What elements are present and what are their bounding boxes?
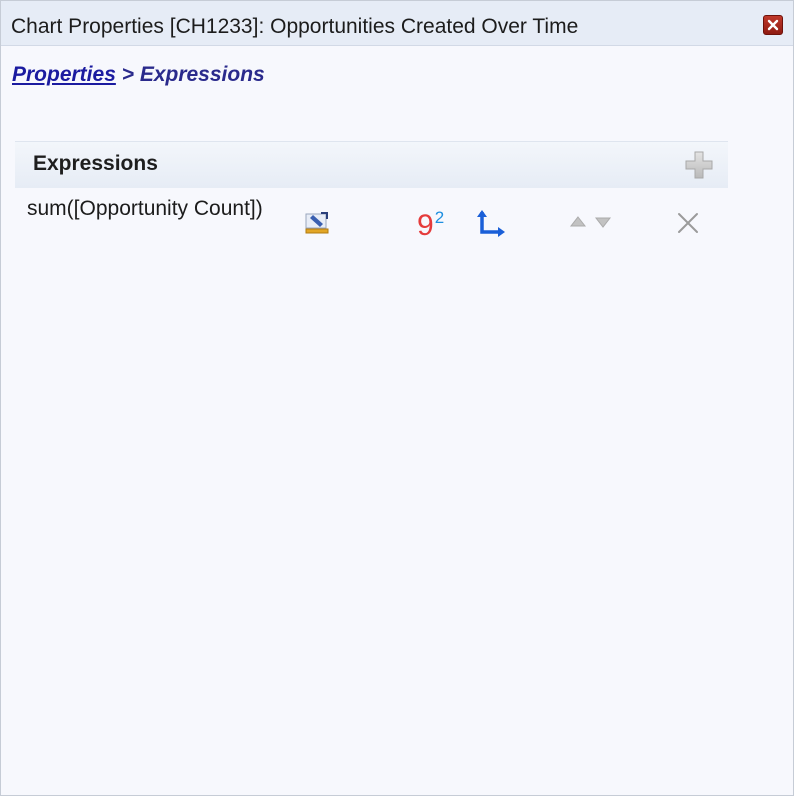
- breadcrumb: Properties > Expressions: [12, 63, 265, 87]
- number-format-button[interactable]: 92: [417, 201, 444, 243]
- number-format-icon: 9: [417, 209, 434, 242]
- title-bar[interactable]: Chart Properties [CH1233]: Opportunities…: [1, 1, 793, 46]
- edit-expression-button[interactable]: [304, 210, 330, 236]
- breadcrumb-current: Expressions: [139, 63, 265, 86]
- close-icon: [767, 19, 779, 31]
- axis-icon: [477, 210, 505, 237]
- delete-expression-button[interactable]: [676, 211, 700, 235]
- move-up-icon: [569, 216, 587, 227]
- panel-title: Expressions: [33, 152, 158, 175]
- axis-button[interactable]: [475, 208, 507, 240]
- move-down-button[interactable]: [594, 215, 612, 229]
- expression-text[interactable]: sum([Opportunity Count]): [27, 195, 277, 223]
- edit-icon: [305, 212, 329, 234]
- close-button[interactable]: [763, 15, 783, 35]
- plus-icon: [685, 151, 713, 179]
- move-down-icon: [594, 217, 612, 228]
- breadcrumb-separator: >: [115, 63, 140, 86]
- move-up-button[interactable]: [569, 215, 587, 229]
- add-expression-button[interactable]: [683, 149, 715, 181]
- breadcrumb-link-properties[interactable]: Properties: [12, 63, 116, 86]
- number-format-superscript: 2: [434, 208, 445, 227]
- delete-icon: [678, 213, 698, 233]
- window-title: Chart Properties [CH1233]: Opportunities…: [11, 15, 579, 38]
- expressions-panel-header: Expressions: [15, 141, 728, 188]
- chart-properties-window: Chart Properties [CH1233]: Opportunities…: [0, 0, 794, 796]
- expression-row: sum([Opportunity Count]) 92: [15, 191, 728, 263]
